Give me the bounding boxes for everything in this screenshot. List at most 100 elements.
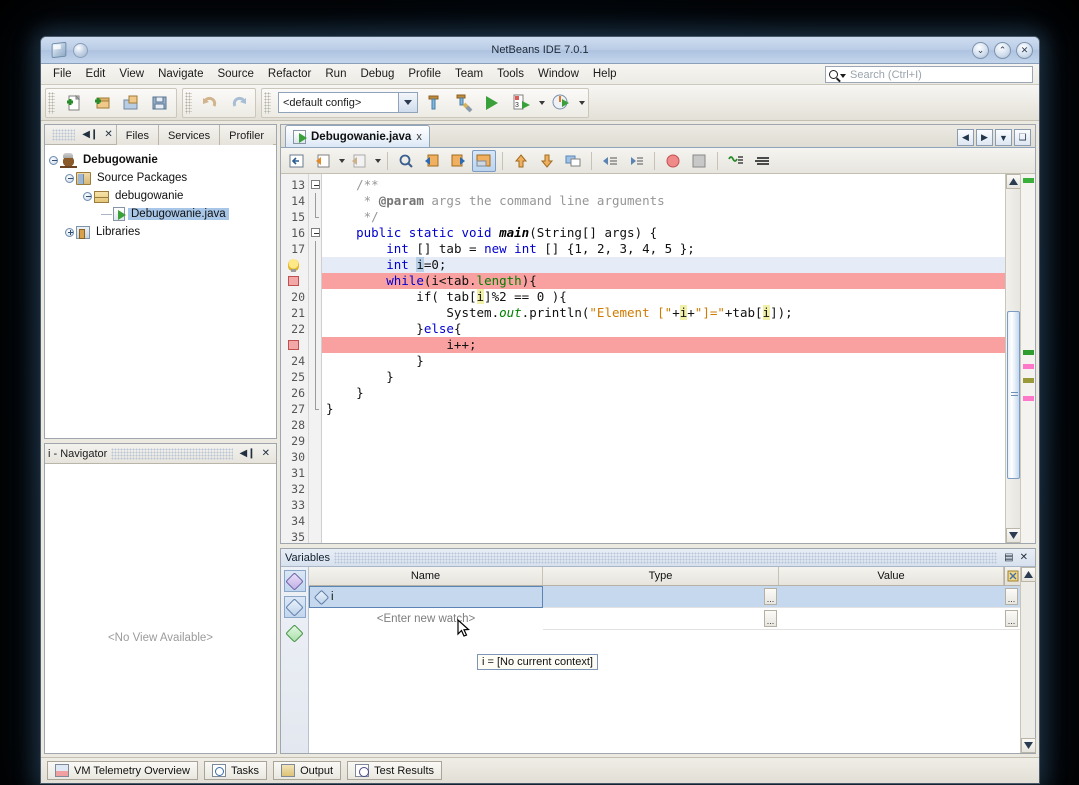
toolbar-grip[interactable] [185,91,192,114]
variable-value-cell[interactable]: ... [779,586,1020,608]
scroll-track[interactable] [1021,582,1034,738]
variable-type-cell[interactable]: ... [543,586,779,608]
breakpoint-icon[interactable] [288,340,299,350]
code-line[interactable]: * @param args the command line arguments [322,193,1005,209]
variable-type-cell[interactable]: ... [543,608,779,630]
scroll-right-icon[interactable]: ▶ [976,129,993,146]
toolbar-grip[interactable] [48,91,55,114]
drag-dots[interactable] [111,447,233,460]
breakpoint-icon[interactable] [288,276,299,286]
menu-view[interactable]: View [112,66,151,82]
scroll-track-upper[interactable] [1007,189,1020,309]
menu-debug[interactable]: Debug [353,66,401,82]
menu-refactor[interactable]: Refactor [261,66,318,82]
code-line[interactable]: int i=0; [322,257,1005,273]
chevron-down-icon[interactable] [339,158,345,163]
annotation-mark[interactable] [1023,364,1034,369]
tree-item-debugowanie-java[interactable]: Debugowanie.java [45,205,276,223]
scroll-up-arrow-icon[interactable] [1005,174,1021,189]
back-button[interactable] [311,150,335,172]
maximize-button[interactable]: ⌃ [994,41,1011,59]
tree-item-libraries[interactable]: Libraries [45,223,276,241]
status-tab-vm-telemetry[interactable]: VM Telemetry Overview [47,761,198,780]
menu-team[interactable]: Team [448,66,490,82]
code-line[interactable]: }else{ [322,321,1005,337]
shift-line-down-button[interactable] [535,150,559,172]
tree-item-source-packages[interactable]: Source Packages [45,169,276,187]
status-tab-test-results[interactable]: Test Results [347,761,443,780]
shift-right-button[interactable] [624,150,648,172]
drag-dots[interactable] [334,551,998,564]
tab-services[interactable]: Services [157,124,220,145]
annotation-strip[interactable] [1020,174,1035,543]
close-icon[interactable]: ✕ [259,448,273,459]
status-tab-tasks[interactable]: Tasks [203,761,268,780]
expand-value-button[interactable]: ... [1005,588,1018,605]
chevron-down-icon[interactable] [398,93,417,112]
scroll-thumb[interactable] [1006,311,1020,479]
fold-marker[interactable] [309,177,321,193]
annotation-mark[interactable] [1023,350,1034,355]
window-menu-icon[interactable] [73,42,88,58]
find-next-button[interactable] [446,150,470,172]
code-line[interactable]: /** [322,177,1005,193]
code-line[interactable]: } [322,385,1005,401]
code-line[interactable] [322,529,1005,543]
save-all-button[interactable] [147,90,173,116]
code-area[interactable]: 13 14 15 16 17 20 21 22 24 25 26 27 28 29 30 31 32 33 34 35… [281,174,1035,543]
code-line[interactable] [322,433,1005,449]
watch-button[interactable] [283,596,306,618]
code-fold-column[interactable] [309,174,322,543]
chevron-down-icon[interactable] [539,100,545,105]
menu-source[interactable]: Source [210,66,260,82]
stop-button[interactable] [687,150,711,172]
stop-record-button[interactable] [661,150,685,172]
table-row[interactable]: <Enter new watch> ... ... [309,608,1020,630]
redo-button[interactable] [226,90,252,116]
variables-vertical-scrollbar[interactable] [1020,567,1036,753]
new-file-button[interactable] [60,90,86,116]
code-line[interactable]: if( tab[i]%2 == 0 ){ [322,289,1005,305]
minimize-icon[interactable]: ▤ [1001,552,1016,563]
editor-tab-debugowanie-java[interactable]: Debugowanie.java x [285,125,430,147]
minimize-icon[interactable]: ◀❙ [237,448,259,459]
find-selection-button[interactable] [394,150,418,172]
search-box[interactable]: Search (Ctrl+I) [825,66,1033,83]
fold-marker[interactable] [309,225,321,241]
scroll-down-arrow-icon[interactable] [1021,738,1036,753]
code-line[interactable] [322,481,1005,497]
toolbar-grip[interactable] [264,91,271,114]
open-project-button[interactable] [118,90,144,116]
expand-value-button[interactable]: ... [1005,610,1018,627]
code-line[interactable] [322,449,1005,465]
variable-name-cell[interactable]: i [309,586,543,608]
expand-handle-icon[interactable] [49,155,58,165]
build-project-button[interactable] [421,90,447,116]
menu-navigate[interactable]: Navigate [151,66,210,82]
maximize-icon[interactable]: ❑ [1014,129,1031,146]
tab-files[interactable]: Files [115,124,158,145]
undo-button[interactable] [197,90,223,116]
find-previous-button[interactable] [420,150,444,172]
hint-bulb-icon[interactable] [288,259,299,272]
annotation-mark[interactable] [1023,178,1034,183]
table-row[interactable]: i ... ... [309,586,1020,608]
code-line[interactable]: while(i<tab.length){ [322,273,1005,289]
minimize-button[interactable]: ⌄ [972,41,989,59]
code-line[interactable]: i++; [322,337,1005,353]
code-line[interactable] [322,513,1005,529]
close-button[interactable]: ✕ [1016,41,1033,59]
comment-button[interactable] [561,150,585,172]
menu-edit[interactable]: Edit [79,66,113,82]
shift-left-button[interactable] [598,150,622,172]
scroll-left-icon[interactable]: ◀ [957,129,974,146]
code-line[interactable] [322,417,1005,433]
tab-profiler[interactable]: Profiler [219,124,273,145]
code-line[interactable]: } [322,353,1005,369]
close-icon[interactable]: ✕ [101,129,115,140]
shift-line-up-button[interactable] [509,150,533,172]
expand-handle-icon[interactable] [65,173,74,183]
scroll-up-arrow-icon[interactable] [1021,567,1036,582]
new-project-button[interactable] [89,90,115,116]
tree-item-debugowanie-package[interactable]: debugowanie [45,187,276,205]
